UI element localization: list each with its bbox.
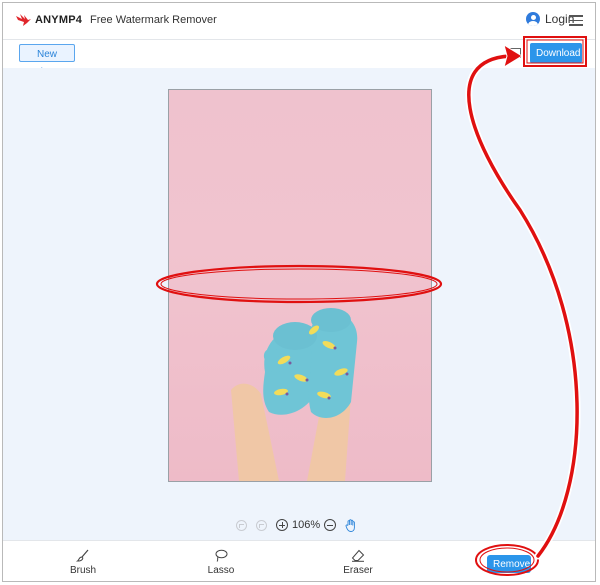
tool-bar: Brush Lasso Eraser Remove xyxy=(3,540,595,581)
header: ANYMP4 Free Watermark Remover Login xyxy=(3,3,595,40)
canvas-area: 106% xyxy=(3,68,595,540)
download-button[interactable]: Download xyxy=(530,43,582,63)
app-name: Free Watermark Remover xyxy=(90,14,217,26)
brand-name: ANYMP4 xyxy=(35,14,83,26)
logo[interactable]: ANYMP4 Free Watermark Remover xyxy=(15,13,217,27)
zoom-in-icon[interactable] xyxy=(276,519,288,531)
eraser-label: Eraser xyxy=(343,565,373,576)
brush-label: Brush xyxy=(69,565,97,576)
toolbar: New Photo Download xyxy=(3,40,595,78)
photo-image xyxy=(231,308,358,481)
remove-button[interactable]: Remove xyxy=(487,555,531,573)
eraser-icon xyxy=(351,549,365,562)
zoom-bar: 106% xyxy=(236,516,357,534)
app-window: ANYMP4 Free Watermark Remover Login New … xyxy=(2,2,596,582)
redo-icon[interactable] xyxy=(256,519,267,531)
new-photo-button[interactable]: New Photo xyxy=(19,44,75,78)
photo-canvas[interactable] xyxy=(168,89,432,482)
lasso-label: Lasso xyxy=(207,565,235,576)
brush-tool[interactable]: Brush xyxy=(53,549,113,576)
undo-icon[interactable] xyxy=(236,519,247,531)
eraser-tool[interactable]: Eraser xyxy=(328,549,388,576)
lasso-tool[interactable]: Lasso xyxy=(191,549,251,576)
compare-icon[interactable] xyxy=(509,48,521,58)
user-icon xyxy=(526,12,540,26)
lasso-icon xyxy=(215,549,228,562)
zoom-out-icon[interactable] xyxy=(324,519,337,531)
login-button[interactable]: Login xyxy=(526,12,574,26)
brush-icon xyxy=(76,549,89,562)
menu-icon[interactable] xyxy=(569,15,583,26)
hand-icon[interactable] xyxy=(345,518,357,532)
logo-mark-icon xyxy=(16,14,31,26)
zoom-level: 106% xyxy=(292,519,321,531)
